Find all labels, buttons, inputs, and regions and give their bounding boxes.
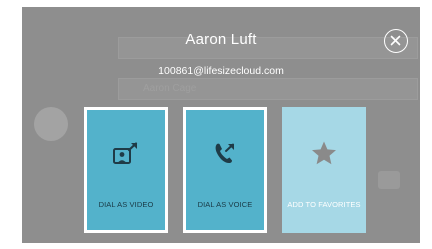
star-icon: [312, 141, 336, 165]
background-back-button: [34, 107, 68, 141]
video-call-icon: [113, 142, 138, 164]
contact-email: 100861@lifesizecloud.com: [158, 65, 284, 77]
contact-name: Aaron Luft: [185, 31, 257, 48]
add-to-favorites-button[interactable]: ADD TO FAVORITES: [282, 107, 366, 233]
dial-as-video-button[interactable]: DIAL AS VIDEO: [84, 107, 168, 233]
background-contact-row: Aaron Cage: [118, 78, 418, 100]
dial-as-video-label: DIAL AS VIDEO: [98, 200, 154, 209]
contact-dialog: Aaron Cage Aaron Luft 100861@lifesizeclo…: [22, 7, 420, 243]
background-contact-text: Aaron Cage: [143, 83, 197, 94]
dial-as-voice-label: DIAL AS VOICE: [197, 200, 253, 209]
dial-as-voice-button[interactable]: DIAL AS VOICE: [183, 107, 267, 233]
background-badge: [378, 171, 400, 189]
close-button[interactable]: [384, 29, 408, 53]
close-icon: [390, 35, 401, 46]
phone-call-icon: [215, 143, 234, 163]
add-to-favorites-label: ADD TO FAVORITES: [287, 200, 361, 209]
